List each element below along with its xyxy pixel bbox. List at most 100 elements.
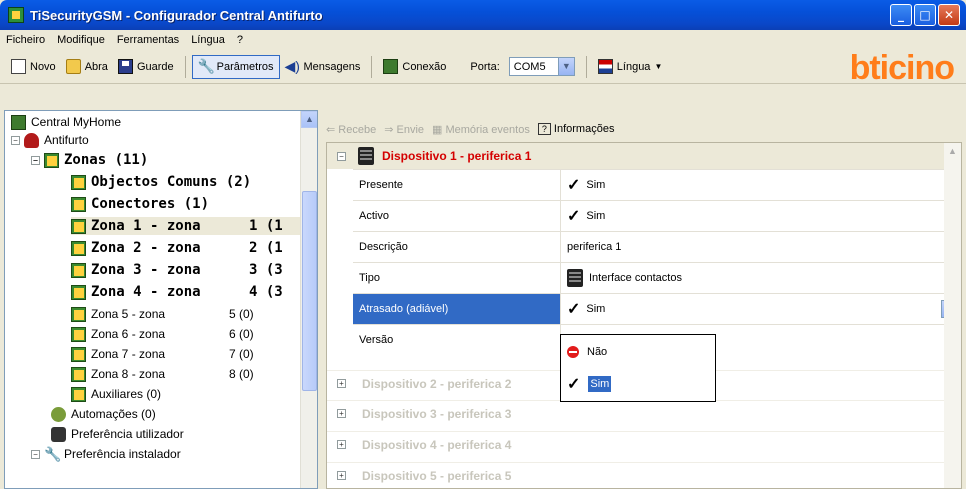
lingua-button[interactable]: Língua ▼ [593, 55, 668, 79]
property-row[interactable]: Presente ✓ Sim [353, 169, 961, 200]
parametros-button[interactable]: 🔧 Parâmetros [191, 54, 280, 79]
wrench-icon: 🔧 [44, 445, 62, 462]
porta-select[interactable]: COM5 ▼ [508, 57, 575, 76]
tree-item-objectos[interactable]: Objectos Comuns (2) [71, 173, 251, 191]
menu-lingua[interactable]: Língua [191, 34, 225, 46]
collapse-icon[interactable]: − [337, 151, 346, 161]
property-name: Tipo [353, 263, 561, 293]
minimize-button[interactable]: _ [890, 4, 912, 26]
expand-icon[interactable]: + [337, 379, 346, 388]
zone-icon [71, 366, 86, 382]
guarde-button[interactable]: Guarde [113, 55, 179, 79]
tree-item-zone[interactable]: Zona 1 - zona 1 (1 [71, 217, 301, 235]
tree-item-zone[interactable]: Zona 2 - zona 2 (1 [71, 239, 301, 257]
collapse-icon[interactable]: − [11, 135, 20, 145]
menu-modifique[interactable]: Modifique [57, 34, 105, 46]
collapse-icon[interactable]: − [31, 449, 40, 459]
property-row-selected[interactable]: Atrasado (adiável) ✓ Sim ▼ [353, 293, 961, 324]
mensagens-button[interactable]: ◀) Mensagens [280, 55, 366, 79]
scroll-up-icon[interactable]: ▲ [301, 111, 317, 128]
toolbar-separator [371, 55, 373, 78]
central-icon [11, 114, 26, 130]
close-button[interactable]: ✕ [938, 4, 960, 26]
collapse-icon[interactable]: − [31, 155, 40, 165]
tree-item-zone[interactable]: Zona 3 - zona 3 (3 [71, 261, 301, 279]
window-title: TiSecurityGSM - Configurador Central Ant… [30, 7, 323, 23]
dropdown-option-nao[interactable]: Não [567, 339, 607, 365]
informacoes-button[interactable]: ? Informações [537, 123, 615, 135]
tree-item-zone[interactable]: Zona 5 - zona 5 (0) [71, 305, 301, 323]
menu-ficheiro[interactable]: Ficheiro [6, 34, 45, 46]
property-value[interactable]: ✓ Sim [561, 170, 961, 200]
dropdown-arrow-icon: ▼ [654, 62, 663, 71]
zone-icon [71, 196, 86, 212]
tree-item-automacoes[interactable]: Automações (0) [51, 405, 156, 423]
chevron-down-icon[interactable]: ▼ [557, 58, 574, 75]
tree-scrollbar[interactable]: ▲ [300, 111, 317, 488]
menu-ferramentas[interactable]: Ferramentas [117, 34, 179, 46]
tree-item-zone[interactable]: Zona 4 - zona 4 (3 [71, 283, 301, 301]
expand-icon[interactable]: + [337, 440, 346, 449]
zone-count: 3 (3 [249, 262, 283, 278]
property-row[interactable]: Descrição periferica 1 [353, 231, 961, 262]
property-combo[interactable]: ✓ Sim ▼ [561, 294, 961, 324]
expand-icon[interactable]: + [337, 409, 346, 418]
tree-item-zonas[interactable]: − Zonas (11) [31, 151, 148, 169]
tree-item-central[interactable]: Central MyHome [11, 113, 121, 131]
value-text: periferica 1 [567, 241, 622, 253]
zone-icon [71, 326, 86, 342]
device-label: Dispositivo 3 - periferica 3 [362, 406, 512, 421]
save-disk-icon [117, 59, 133, 74]
envie-button[interactable]: ⇒ Envie [384, 123, 424, 136]
memoria-button[interactable]: ▦ Memória eventos [432, 123, 530, 136]
tree-item-conectores[interactable]: Conectores (1) [71, 195, 209, 213]
zone-name: Zona 2 - zona [91, 240, 201, 256]
device-row-collapsed[interactable]: + Dispositivo 5 - periferica 5 [327, 462, 961, 488]
dropdown-option-sim[interactable]: ✓ Sim [567, 371, 612, 397]
informacoes-label: Informações [553, 123, 615, 135]
expand-icon[interactable]: + [337, 471, 346, 480]
property-value[interactable]: periferica 1 [561, 232, 961, 262]
tree-label: Automações (0) [71, 407, 156, 421]
checkmark-icon: ✓ [567, 376, 581, 393]
property-value[interactable]: ✓ Sim [561, 201, 961, 231]
panel-scrollbar[interactable]: ▲ [944, 143, 961, 488]
envie-label: Envie [396, 123, 425, 136]
tree-item-zone[interactable]: Zona 8 - zona 8 (0) [71, 365, 301, 383]
property-name: Versão [353, 325, 561, 355]
scroll-up-icon[interactable]: ▲ [944, 143, 961, 160]
zone-name: Zona 7 - zona [91, 347, 166, 361]
property-value[interactable]: Interface contactos [561, 263, 961, 293]
device-label: Dispositivo 5 - periferica 5 [362, 468, 512, 483]
tree-item-zone[interactable]: Zona 7 - zona 7 (0) [71, 345, 301, 363]
option-label: Sim [588, 376, 612, 392]
tree-item-pref-utilizador[interactable]: Preferência utilizador [51, 425, 184, 443]
property-name: Activo [353, 201, 561, 231]
tree-item-antifurto[interactable]: − Antifurto [11, 131, 89, 149]
tree-item-zone[interactable]: Zona 6 - zona 6 (0) [71, 325, 301, 343]
zone-icon [71, 174, 86, 190]
guarde-label: Guarde [136, 60, 174, 73]
scroll-thumb[interactable] [302, 191, 317, 391]
novo-label: Novo [30, 60, 56, 73]
property-row[interactable]: Activo ✓ Sim [353, 200, 961, 231]
device-header[interactable]: − Dispositivo 1 - periferica 1 [327, 143, 961, 169]
conexao-button[interactable]: Conexão [378, 55, 451, 79]
property-name: Descrição [353, 232, 561, 262]
recebe-button[interactable]: ⇐ Recebe [326, 123, 376, 136]
tree-item-pref-instalador[interactable]: − 🔧 Preferência instalador [31, 445, 181, 463]
zone-icon [44, 152, 59, 168]
property-row[interactable]: Tipo Interface contactos [353, 262, 961, 293]
zone-count: 8 (0) [229, 367, 254, 381]
porta-label: Porta: [470, 60, 500, 73]
memoria-label: Memória eventos [445, 123, 530, 136]
maximize-button[interactable]: □ [914, 4, 936, 26]
tree-item-auxiliares[interactable]: Auxiliares (0) [71, 385, 161, 403]
main-toolbar: Novo Abra Guarde 🔧 Parâmetros ◀) Mensage… [0, 50, 966, 84]
novo-button[interactable]: Novo [6, 55, 61, 79]
zone-name: Zona 8 - zona [91, 367, 166, 381]
menu-help[interactable]: ? [237, 34, 243, 46]
device-row-collapsed[interactable]: + Dispositivo 3 - periferica 3 [327, 400, 961, 426]
abra-button[interactable]: Abra [61, 55, 113, 79]
device-row-collapsed[interactable]: + Dispositivo 4 - periferica 4 [327, 431, 961, 457]
